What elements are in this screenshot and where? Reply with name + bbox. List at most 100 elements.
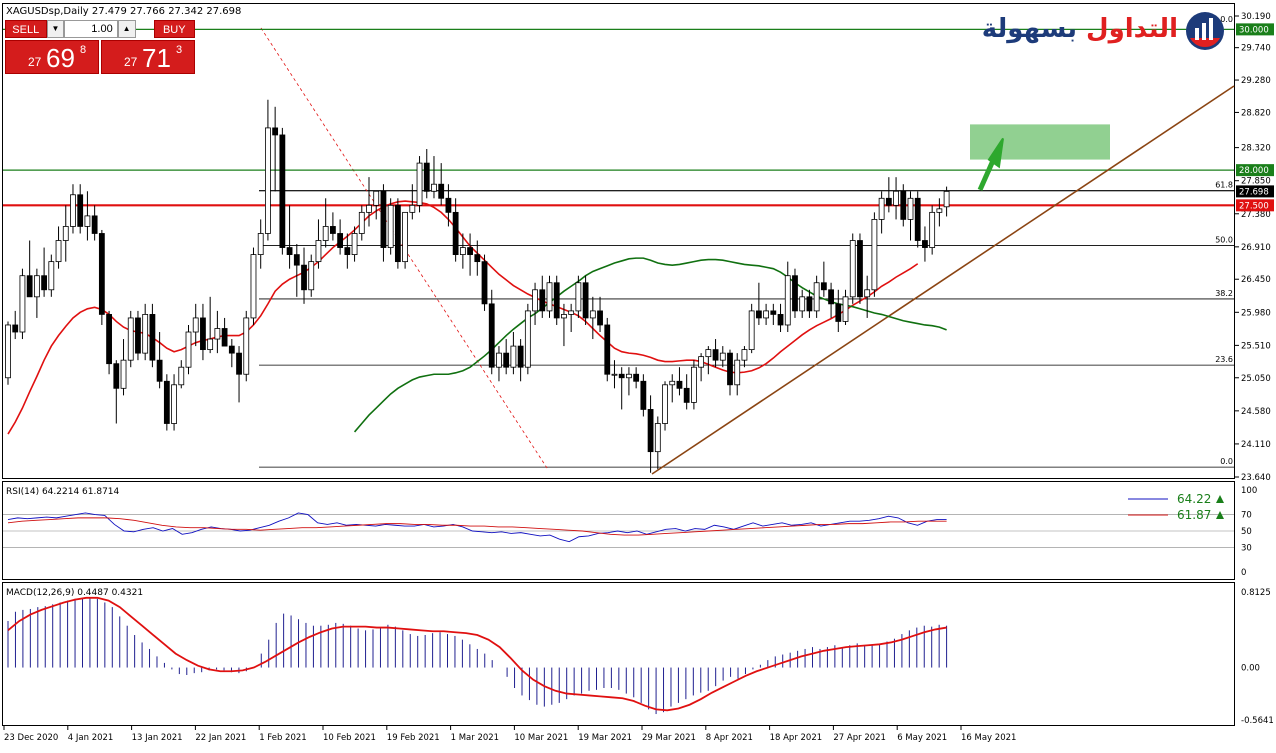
candle (524, 303, 531, 375)
candle-body-bull (265, 127, 271, 234)
candle-body-bull (214, 328, 221, 340)
candle (914, 191, 921, 248)
chart-window[interactable]: 61.8 50.0 38.2 23.6 0.0 0.0 100 70 50 30 0 64.22 61… (0, 0, 1276, 748)
rsi-label: RSI(14) 64.2214 61.8714 (6, 487, 120, 497)
candle-body-bull (763, 310, 769, 319)
candle-body-bear (640, 380, 647, 410)
candle-body-bull (358, 211, 365, 234)
sell-price-sup: 8 (80, 44, 87, 56)
price-axis-tick-label: 23.640 (1241, 473, 1271, 483)
buy-button[interactable]: BUY (153, 20, 195, 38)
candle-body-bear (380, 190, 387, 248)
rsi-axis-tick-label: 50 (1241, 527, 1252, 537)
candle-body-bull (496, 352, 502, 368)
candle-body-bull (55, 240, 62, 263)
candle (19, 268, 26, 340)
candle-body-bull (257, 233, 264, 255)
candle-body-bull (402, 211, 409, 263)
price-axis-tick-label: 24.580 (1241, 407, 1271, 417)
time-axis-tick-label: 23 Dec 2020 (4, 733, 58, 743)
candle (792, 268, 798, 318)
candle-body-bear (597, 310, 603, 326)
candle-body-bull (561, 314, 567, 319)
candle-body-bull (705, 349, 712, 358)
time-axis-tick-label: 1 Feb 2021 (259, 733, 307, 743)
candle-body-bear (820, 282, 827, 291)
candle-body-bear (835, 303, 842, 322)
candle-body-bear (135, 317, 141, 354)
candle (250, 247, 257, 325)
candle-body-bull (611, 373, 618, 376)
candle-body-bear (467, 247, 473, 255)
candle-body-bear (452, 211, 459, 255)
candle-body-bull (510, 345, 517, 368)
price-axis-tick-label: 26.910 (1241, 243, 1271, 253)
candle-body-bear (777, 314, 784, 326)
candle-body-bear (41, 275, 47, 291)
candle-body-bear (329, 226, 336, 234)
candle-body-bull (546, 282, 553, 312)
candle-body-bear (394, 204, 401, 263)
fib-level-label: 61.8 (1215, 181, 1233, 190)
candle-body-bull (698, 356, 705, 368)
candle-body-bull (734, 359, 741, 386)
chart-canvas[interactable]: 61.850.038.223.60.00.0 100705030064.2261… (0, 0, 1276, 748)
candle (279, 127, 286, 255)
candle-body-bear (922, 240, 928, 248)
sell-price-small: 27 (28, 55, 42, 69)
one-click-trading-panel: SELL ▼ 1.00 ▲ BUY 27 69 8 27 71 3 (5, 20, 195, 76)
candle-body-bear (337, 233, 344, 248)
price-axis-tick-label: 30.190 (1241, 12, 1271, 22)
candle-body-bull (120, 359, 127, 389)
candle-body-bull (662, 384, 668, 424)
buy-price-small: 27 (124, 55, 138, 69)
candle-body-bear (149, 314, 156, 361)
lot-decrease-arrow-icon[interactable]: ▼ (46, 20, 65, 38)
time-axis-tick-label: 27 Apr 2021 (833, 733, 886, 743)
candle-body-bull (842, 296, 849, 322)
candle-body-bear (301, 264, 307, 291)
candle-body-bear (26, 275, 33, 298)
candle-body-bull (207, 338, 214, 351)
candle-body-bear (503, 352, 510, 368)
sell-price-button[interactable]: 27 69 8 (5, 40, 99, 74)
lot-increase-arrow-icon[interactable]: ▲ (117, 20, 136, 38)
candle (394, 198, 401, 269)
candle-body-bull (387, 204, 394, 248)
candle (857, 233, 863, 304)
candle (127, 310, 134, 368)
candle-body-bull (575, 282, 582, 312)
time-axis-tick-label: 10 Feb 2021 (323, 733, 376, 743)
buy-price-button[interactable]: 27 71 3 (101, 40, 195, 74)
buy-price-sup: 3 (176, 44, 183, 56)
time-axis-tick-label: 18 Apr 2021 (770, 733, 823, 743)
lot-size-input[interactable]: 1.00 (64, 20, 118, 38)
candle-body-bull (19, 275, 26, 333)
candle (243, 310, 250, 382)
candle-body-bear (106, 314, 112, 365)
candle-body-bull (849, 240, 856, 298)
fib-level-label: 0.0 (1220, 457, 1233, 466)
fib-level-label: 38.2 (1215, 289, 1233, 298)
candle (691, 360, 697, 410)
candle (553, 275, 560, 325)
candle-body-bull (878, 197, 885, 220)
candle-body-bull (589, 310, 596, 319)
candle-body-bear (712, 349, 719, 361)
time-axis-tick-label: 1 Mar 2021 (451, 733, 499, 743)
rsi-axis-tick-label: 70 (1241, 511, 1252, 521)
candle (748, 303, 755, 354)
sell-button[interactable]: SELL (5, 20, 47, 38)
candle-body-bear (279, 134, 286, 248)
symbol-label: XAGUSDsp,Daily 27.479 27.766 27.342 27.6… (6, 6, 241, 17)
candle-body-bear (770, 310, 777, 315)
logo-word-red: التداول (1086, 14, 1178, 44)
candle (662, 381, 668, 431)
candle-body-bear (582, 282, 589, 319)
candle-body-bull (243, 317, 250, 375)
buy-price-big: 71 (142, 43, 171, 73)
candle (604, 317, 611, 382)
candle-body-bull (48, 261, 55, 291)
time-axis-tick-label: 4 Jan 2021 (68, 733, 114, 743)
rsi-legend-value: 64.22 (1177, 492, 1211, 506)
